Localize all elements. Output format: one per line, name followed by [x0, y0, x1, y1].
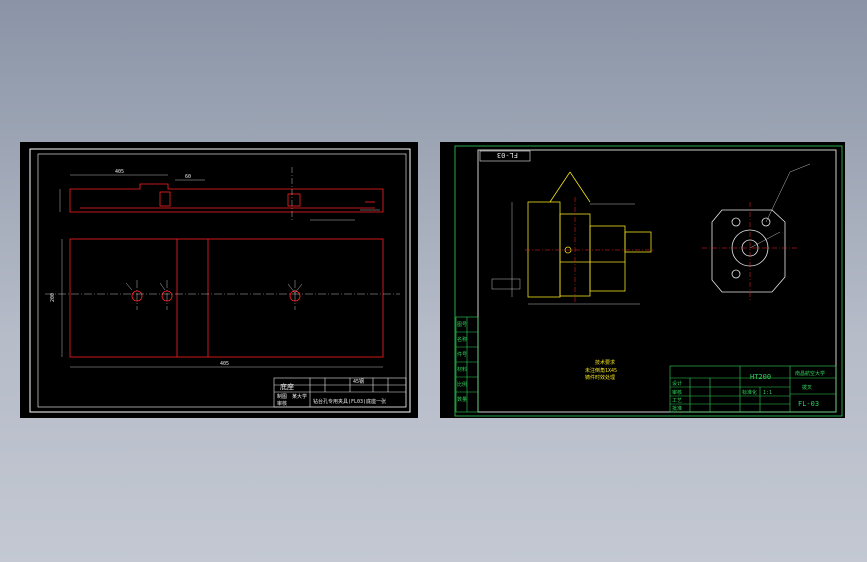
- right-drawing-canvas: FL-03 图号 名称 件号 材料 比例 数量 技术要求 未注倒角1X45 铸件…: [454, 145, 843, 417]
- plan-view-dimensions: [61, 239, 383, 368]
- side-label-2: 件号: [457, 351, 467, 358]
- title-code: FL-03: [798, 400, 819, 408]
- side-label-4: 比例: [457, 381, 467, 388]
- part-side-leaders: [749, 163, 811, 249]
- title-part-name: 拨叉: [802, 384, 812, 391]
- tech-notes-heading: 技术要求: [595, 359, 615, 366]
- title-label-0: 设计: [672, 380, 682, 387]
- title-label-3: 批准: [672, 405, 682, 412]
- title-school: 南昌航空大学: [795, 370, 825, 377]
- left-title-part-name: 底座: [280, 382, 294, 391]
- base-side-view: [69, 183, 384, 213]
- left-title-drawn: 制图: [277, 393, 287, 400]
- part-side-view: [711, 209, 786, 293]
- part-front-dims: [491, 202, 640, 305]
- tech-notes-line1: 未注倒角1X45: [585, 367, 617, 374]
- title-label-1: 审核: [672, 389, 682, 396]
- dim-width: 200: [50, 293, 56, 302]
- part-front-view: [527, 171, 652, 298]
- right-outer-frame: [454, 145, 843, 417]
- title-label-4: 标准化: [742, 389, 757, 396]
- tech-notes-line2: 铸件时效处理: [585, 374, 615, 381]
- right-drawing-sheet: FL-03 图号 名称 件号 材料 比例 数量 技术要求 未注倒角1X45 铸件…: [440, 142, 845, 418]
- left-title-check: 审核: [277, 400, 287, 407]
- side-label-3: 材料: [457, 366, 467, 373]
- dim-bottom-length: 405: [220, 361, 229, 367]
- base-plan-view: [69, 238, 384, 358]
- outer-frame: [29, 148, 411, 413]
- dim-top-step: 60: [185, 174, 191, 180]
- side-label-0: 图号: [457, 322, 467, 328]
- right-inner-frame: [477, 149, 837, 413]
- left-title-school: 某大学: [292, 393, 307, 400]
- title-material: HT200: [750, 373, 771, 381]
- title-label-2: 工艺: [672, 398, 682, 404]
- left-title-caption: 钻台孔专用夹具(FL03)底座一张: [313, 398, 386, 405]
- side-label-1: 名称: [457, 336, 467, 343]
- left-drawing-canvas: 405 60 200 405 底座 45钢 制图 审核 某大学 钻台孔专用夹具(…: [29, 148, 411, 413]
- side-view-dimensions: [59, 174, 380, 221]
- left-drawing-sheet: 405 60 200 405 底座 45钢 制图 审核 某大学 钻台孔专用夹具(…: [20, 142, 418, 418]
- title-scale: 1:1: [763, 390, 772, 396]
- plan-view-center-lines: [45, 280, 400, 310]
- dim-top-length: 405: [115, 169, 124, 175]
- inner-frame: [37, 153, 407, 408]
- side-label-5: 数量: [457, 396, 467, 403]
- left-title-material: 45钢: [353, 378, 364, 385]
- drawing-code-text: FL-03: [497, 151, 518, 159]
